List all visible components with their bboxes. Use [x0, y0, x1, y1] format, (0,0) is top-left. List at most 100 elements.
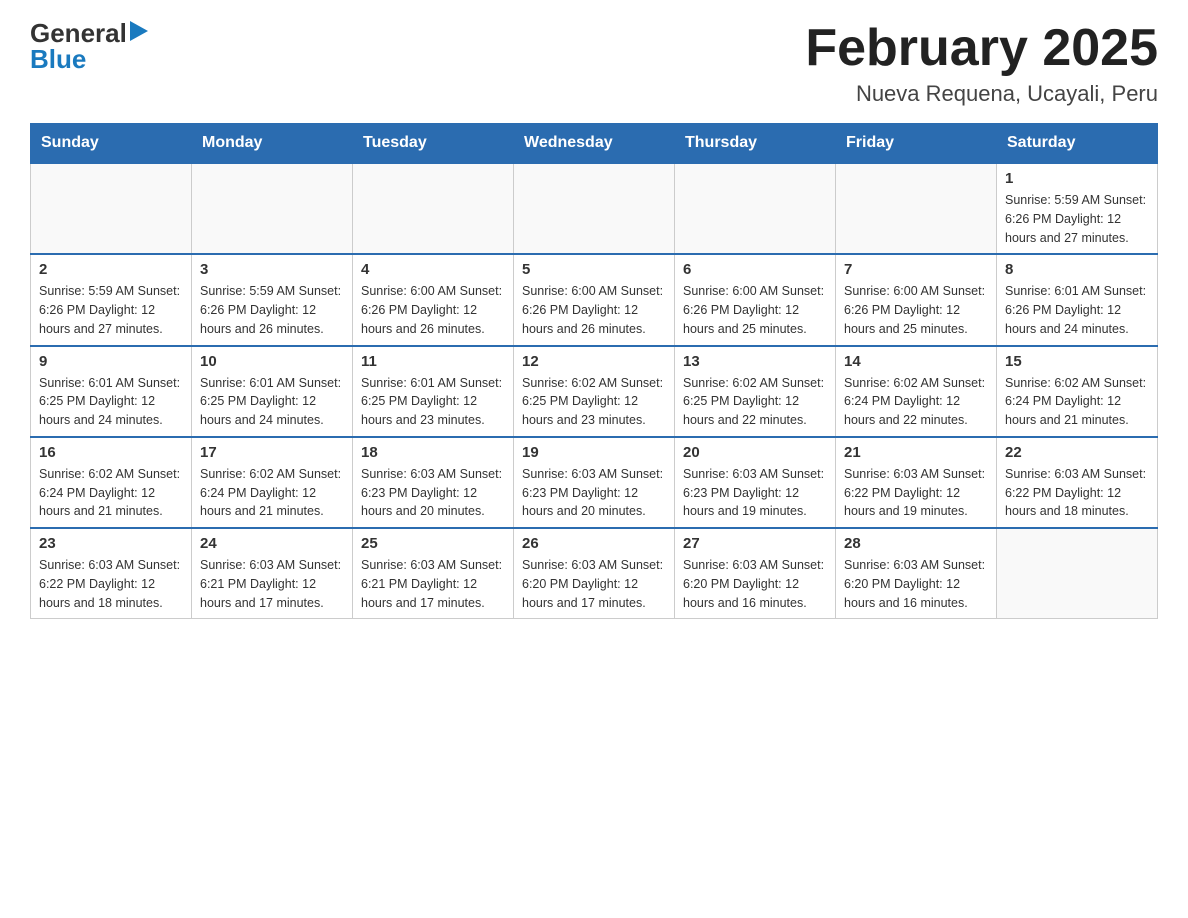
- calendar-cell: 12 Sunrise: 6:02 AM Sunset: 6:25 PM Dayli…: [514, 346, 675, 437]
- calendar-cell: [353, 163, 514, 254]
- day-number: 14: [844, 353, 988, 370]
- day-info: Sunrise: 6:02 AM Sunset: 6:25 PM Dayligh…: [683, 374, 827, 430]
- day-info: Sunrise: 6:01 AM Sunset: 6:26 PM Dayligh…: [1005, 282, 1149, 338]
- day-info: Sunrise: 6:00 AM Sunset: 6:26 PM Dayligh…: [683, 282, 827, 338]
- calendar-cell: 24 Sunrise: 6:03 AM Sunset: 6:21 PM Dayli…: [192, 528, 353, 619]
- day-number: 19: [522, 444, 666, 461]
- calendar-week-1: 1 Sunrise: 5:59 AM Sunset: 6:26 PM Daylig…: [31, 163, 1158, 254]
- day-number: 20: [683, 444, 827, 461]
- calendar-cell: 25 Sunrise: 6:03 AM Sunset: 6:21 PM Dayli…: [353, 528, 514, 619]
- day-info: Sunrise: 6:02 AM Sunset: 6:24 PM Dayligh…: [200, 465, 344, 521]
- title-block: February 2025 Nueva Requena, Ucayali, Pe…: [805, 20, 1158, 107]
- weekday-header-row: SundayMondayTuesdayWednesdayThursdayFrid…: [31, 124, 1158, 164]
- day-number: 23: [39, 535, 183, 552]
- calendar-cell: 5 Sunrise: 6:00 AM Sunset: 6:26 PM Daylig…: [514, 254, 675, 345]
- day-info: Sunrise: 5:59 AM Sunset: 6:26 PM Dayligh…: [1005, 191, 1149, 247]
- calendar-cell: 10 Sunrise: 6:01 AM Sunset: 6:25 PM Dayli…: [192, 346, 353, 437]
- calendar-cell: 9 Sunrise: 6:01 AM Sunset: 6:25 PM Daylig…: [31, 346, 192, 437]
- day-info: Sunrise: 6:03 AM Sunset: 6:21 PM Dayligh…: [200, 556, 344, 612]
- weekday-header-friday: Friday: [836, 124, 997, 164]
- month-year-title: February 2025: [805, 20, 1158, 77]
- day-info: Sunrise: 6:02 AM Sunset: 6:24 PM Dayligh…: [39, 465, 183, 521]
- day-info: Sunrise: 6:02 AM Sunset: 6:24 PM Dayligh…: [844, 374, 988, 430]
- calendar-table: SundayMondayTuesdayWednesdayThursdayFrid…: [30, 123, 1158, 619]
- calendar-cell: 19 Sunrise: 6:03 AM Sunset: 6:23 PM Dayli…: [514, 437, 675, 528]
- day-info: Sunrise: 6:01 AM Sunset: 6:25 PM Dayligh…: [361, 374, 505, 430]
- day-info: Sunrise: 6:03 AM Sunset: 6:23 PM Dayligh…: [683, 465, 827, 521]
- day-number: 13: [683, 353, 827, 370]
- day-number: 4: [361, 261, 505, 278]
- day-number: 27: [683, 535, 827, 552]
- calendar-cell: [997, 528, 1158, 619]
- day-number: 3: [200, 261, 344, 278]
- calendar-cell: 18Sunrise: 6:03 AM Sunset: 6:23 PM Dayli…: [353, 437, 514, 528]
- logo-general-text: General: [30, 20, 127, 46]
- day-number: 18: [361, 444, 505, 461]
- day-info: Sunrise: 6:02 AM Sunset: 6:24 PM Dayligh…: [1005, 374, 1149, 430]
- day-info: Sunrise: 6:03 AM Sunset: 6:20 PM Dayligh…: [844, 556, 988, 612]
- calendar-week-3: 9 Sunrise: 6:01 AM Sunset: 6:25 PM Daylig…: [31, 346, 1158, 437]
- day-number: 15: [1005, 353, 1149, 370]
- day-info: Sunrise: 6:00 AM Sunset: 6:26 PM Dayligh…: [522, 282, 666, 338]
- day-info: Sunrise: 6:03 AM Sunset: 6:22 PM Dayligh…: [1005, 465, 1149, 521]
- calendar-cell: 21Sunrise: 6:03 AM Sunset: 6:22 PM Dayli…: [836, 437, 997, 528]
- calendar-cell: [31, 163, 192, 254]
- day-number: 9: [39, 353, 183, 370]
- calendar-cell: 23 Sunrise: 6:03 AM Sunset: 6:22 PM Dayli…: [31, 528, 192, 619]
- day-number: 12: [522, 353, 666, 370]
- weekday-header-tuesday: Tuesday: [353, 124, 514, 164]
- day-number: 7: [844, 261, 988, 278]
- calendar-cell: 6Sunrise: 6:00 AM Sunset: 6:26 PM Daylig…: [675, 254, 836, 345]
- day-number: 1: [1005, 170, 1149, 187]
- day-number: 5: [522, 261, 666, 278]
- day-number: 21: [844, 444, 988, 461]
- calendar-cell: 8 Sunrise: 6:01 AM Sunset: 6:26 PM Daylig…: [997, 254, 1158, 345]
- calendar-cell: 15 Sunrise: 6:02 AM Sunset: 6:24 PM Dayli…: [997, 346, 1158, 437]
- weekday-header-thursday: Thursday: [675, 124, 836, 164]
- day-info: Sunrise: 6:03 AM Sunset: 6:23 PM Dayligh…: [522, 465, 666, 521]
- calendar-cell: 17Sunrise: 6:02 AM Sunset: 6:24 PM Dayli…: [192, 437, 353, 528]
- calendar-week-2: 2 Sunrise: 5:59 AM Sunset: 6:26 PM Daylig…: [31, 254, 1158, 345]
- logo-triangle-icon: [130, 21, 148, 46]
- day-number: 2: [39, 261, 183, 278]
- location-title: Nueva Requena, Ucayali, Peru: [805, 81, 1158, 107]
- calendar-week-5: 23 Sunrise: 6:03 AM Sunset: 6:22 PM Dayli…: [31, 528, 1158, 619]
- calendar-cell: 3 Sunrise: 5:59 AM Sunset: 6:26 PM Daylig…: [192, 254, 353, 345]
- day-info: Sunrise: 5:59 AM Sunset: 6:26 PM Dayligh…: [200, 282, 344, 338]
- day-info: Sunrise: 6:03 AM Sunset: 6:20 PM Dayligh…: [683, 556, 827, 612]
- calendar-cell: [675, 163, 836, 254]
- calendar-cell: 7 Sunrise: 6:00 AM Sunset: 6:26 PM Daylig…: [836, 254, 997, 345]
- day-info: Sunrise: 5:59 AM Sunset: 6:26 PM Dayligh…: [39, 282, 183, 338]
- day-number: 25: [361, 535, 505, 552]
- calendar-cell: 2 Sunrise: 5:59 AM Sunset: 6:26 PM Daylig…: [31, 254, 192, 345]
- calendar-cell: [514, 163, 675, 254]
- weekday-header-monday: Monday: [192, 124, 353, 164]
- day-info: Sunrise: 6:02 AM Sunset: 6:25 PM Dayligh…: [522, 374, 666, 430]
- logo: General Blue: [30, 20, 148, 72]
- day-info: Sunrise: 6:00 AM Sunset: 6:26 PM Dayligh…: [844, 282, 988, 338]
- calendar-cell: [192, 163, 353, 254]
- calendar-cell: 14 Sunrise: 6:02 AM Sunset: 6:24 PM Dayli…: [836, 346, 997, 437]
- day-number: 24: [200, 535, 344, 552]
- calendar-cell: 4 Sunrise: 6:00 AM Sunset: 6:26 PM Daylig…: [353, 254, 514, 345]
- calendar-cell: [836, 163, 997, 254]
- day-info: Sunrise: 6:00 AM Sunset: 6:26 PM Dayligh…: [361, 282, 505, 338]
- weekday-header-saturday: Saturday: [997, 124, 1158, 164]
- day-info: Sunrise: 6:03 AM Sunset: 6:22 PM Dayligh…: [39, 556, 183, 612]
- day-info: Sunrise: 6:01 AM Sunset: 6:25 PM Dayligh…: [200, 374, 344, 430]
- calendar-cell: 20 Sunrise: 6:03 AM Sunset: 6:23 PM Dayli…: [675, 437, 836, 528]
- day-number: 16: [39, 444, 183, 461]
- day-number: 8: [1005, 261, 1149, 278]
- logo-blue-text: Blue: [30, 46, 86, 72]
- day-info: Sunrise: 6:03 AM Sunset: 6:21 PM Dayligh…: [361, 556, 505, 612]
- calendar-week-4: 16 Sunrise: 6:02 AM Sunset: 6:24 PM Dayli…: [31, 437, 1158, 528]
- calendar-cell: 1 Sunrise: 5:59 AM Sunset: 6:26 PM Daylig…: [997, 163, 1158, 254]
- weekday-header-wednesday: Wednesday: [514, 124, 675, 164]
- calendar-cell: 13 Sunrise: 6:02 AM Sunset: 6:25 PM Dayli…: [675, 346, 836, 437]
- day-number: 22: [1005, 444, 1149, 461]
- day-info: Sunrise: 6:01 AM Sunset: 6:25 PM Dayligh…: [39, 374, 183, 430]
- day-number: 28: [844, 535, 988, 552]
- day-info: Sunrise: 6:03 AM Sunset: 6:20 PM Dayligh…: [522, 556, 666, 612]
- calendar-cell: 11Sunrise: 6:01 AM Sunset: 6:25 PM Dayli…: [353, 346, 514, 437]
- day-number: 10: [200, 353, 344, 370]
